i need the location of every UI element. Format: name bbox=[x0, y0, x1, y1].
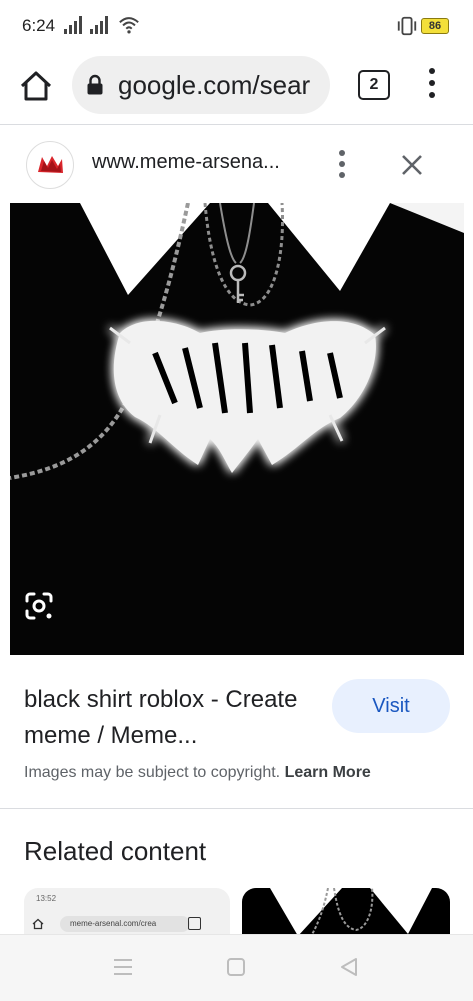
copyright-text: Images may be subject to copyright. bbox=[24, 764, 281, 781]
home-icon[interactable] bbox=[16, 66, 56, 106]
thumb-time: 13:52 bbox=[36, 894, 57, 903]
lens-icon[interactable] bbox=[24, 591, 54, 621]
result-title[interactable]: black shirt roblox - Create meme / Meme.… bbox=[24, 682, 324, 754]
system-nav-bar bbox=[0, 934, 473, 1001]
status-time: 6:24 bbox=[22, 16, 56, 35]
visit-button[interactable]: Visit bbox=[332, 679, 450, 733]
battery-icon: 86 bbox=[421, 18, 449, 34]
shirt-image bbox=[10, 203, 464, 655]
wifi-icon bbox=[119, 17, 139, 34]
source-url[interactable]: www.meme-arsena... bbox=[92, 151, 280, 174]
home-icon bbox=[32, 918, 44, 930]
tab-switcher-button[interactable]: 2 bbox=[358, 70, 390, 100]
more-vert-icon[interactable] bbox=[420, 66, 444, 100]
back-icon[interactable] bbox=[338, 956, 360, 978]
signal-icon bbox=[64, 16, 86, 34]
signal-icon bbox=[90, 16, 112, 34]
home-nav-icon[interactable] bbox=[226, 957, 246, 977]
close-icon[interactable] bbox=[400, 153, 424, 177]
lock-icon[interactable] bbox=[86, 74, 104, 96]
recents-icon[interactable] bbox=[112, 957, 134, 977]
url-bar[interactable]: google.com/sear bbox=[72, 56, 330, 114]
favicon bbox=[26, 141, 74, 189]
tab-icon bbox=[188, 917, 201, 930]
browser-toolbar: google.com/sear 2 bbox=[0, 52, 473, 124]
copyright-notice: Images may be subject to copyright. Lear… bbox=[24, 764, 371, 782]
result-image[interactable] bbox=[10, 203, 464, 655]
source-bar: www.meme-arsena... bbox=[0, 125, 473, 203]
related-heading: Related content bbox=[24, 836, 207, 866]
thumb-url: meme-arsenal.com/crea bbox=[60, 916, 190, 932]
url-text: google.com/sear bbox=[118, 70, 311, 100]
learn-more-link[interactable]: Learn More bbox=[285, 764, 371, 781]
status-bar: 6:24 86 bbox=[0, 0, 473, 52]
more-vert-icon[interactable] bbox=[336, 149, 348, 179]
divider bbox=[0, 808, 473, 809]
vibrate-icon bbox=[397, 16, 417, 36]
